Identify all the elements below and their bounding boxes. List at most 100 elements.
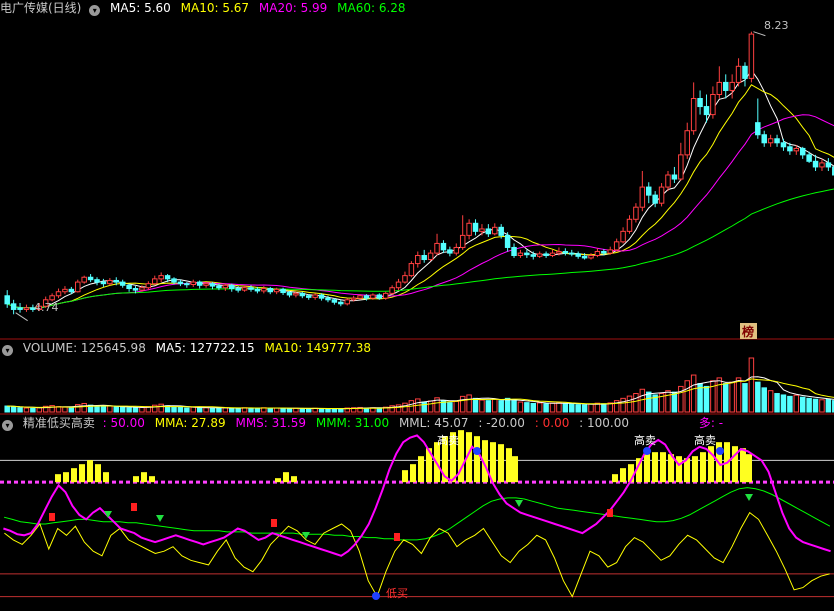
indicator-bar xyxy=(87,460,93,483)
sell-marker xyxy=(156,515,164,522)
volume-bar xyxy=(62,406,68,413)
candle-body xyxy=(158,275,164,280)
volume-bar xyxy=(710,380,716,413)
candle-body xyxy=(113,279,120,283)
candle-body xyxy=(703,106,710,116)
candle-body xyxy=(536,253,543,257)
volume-bar xyxy=(459,395,466,413)
volume-bar xyxy=(331,408,338,413)
volume-bar xyxy=(171,406,177,413)
candle-body xyxy=(799,147,806,156)
candle-body xyxy=(633,206,639,220)
candle-body xyxy=(4,295,10,305)
volume-bar xyxy=(235,407,241,413)
indicator-bar xyxy=(700,452,706,483)
candle-body xyxy=(780,142,787,148)
volume-bar xyxy=(293,407,299,413)
volume-bar xyxy=(113,406,120,413)
volume-ma10-line xyxy=(7,378,834,410)
indicator-bar xyxy=(612,474,618,483)
chart-canvas[interactable]: 8.23 4.74 榜 低买 高卖 高卖 高卖 xyxy=(0,0,834,611)
candle-body xyxy=(690,98,697,132)
volume-bar xyxy=(280,407,286,413)
indicator-bar xyxy=(71,468,77,483)
candle-body xyxy=(787,146,793,152)
candle-body xyxy=(68,288,75,293)
volume-bar xyxy=(812,398,819,413)
candle-body xyxy=(273,288,280,293)
indicator-bar xyxy=(660,452,666,483)
candle-body xyxy=(87,276,94,281)
candle-body xyxy=(184,283,190,286)
indicator-bar xyxy=(95,464,101,483)
mmm-line xyxy=(3,487,831,541)
candle-body xyxy=(620,230,626,243)
signal-dot xyxy=(372,592,380,600)
volume-bar xyxy=(755,381,761,413)
candle-body xyxy=(395,281,402,289)
volume-bar xyxy=(23,407,30,413)
volume-ma5-line xyxy=(7,376,834,410)
indicator-bar xyxy=(474,436,480,483)
candle-body xyxy=(684,130,690,156)
volume-bar xyxy=(703,385,710,413)
buy-marker xyxy=(49,513,55,521)
candle-body xyxy=(639,186,646,208)
volume-bar xyxy=(511,400,517,413)
volume-bar xyxy=(633,393,639,413)
candle-body xyxy=(107,279,113,285)
candle-body xyxy=(581,255,588,259)
volume-bar xyxy=(158,403,164,413)
candle-body xyxy=(357,295,363,299)
candle-body xyxy=(305,295,312,298)
volume-bar xyxy=(793,394,800,413)
volume-bar xyxy=(286,408,293,413)
candle-body xyxy=(761,134,767,144)
ranking-badge[interactable]: 榜 xyxy=(740,323,757,339)
indicator-bar xyxy=(141,472,147,483)
candle-body xyxy=(81,276,87,283)
low-buy-label: 低买 xyxy=(386,587,408,600)
candle-body xyxy=(498,226,504,236)
volume-bar xyxy=(626,395,633,413)
volume-bar xyxy=(94,405,100,413)
candle-body xyxy=(261,288,267,292)
indicator-panel xyxy=(0,430,834,600)
candle-body xyxy=(492,226,498,235)
indicator-bar xyxy=(283,472,289,483)
volume-bar xyxy=(267,407,273,413)
volume-bar xyxy=(601,403,607,413)
volume-bar xyxy=(748,357,755,413)
volume-bar xyxy=(152,404,158,413)
volume-bar xyxy=(17,407,23,413)
candle-body xyxy=(556,250,562,254)
indicator-bar xyxy=(692,456,698,483)
volume-bar xyxy=(735,377,742,413)
volume-bar xyxy=(68,407,75,413)
volume-bar xyxy=(248,407,254,413)
volume-bar xyxy=(556,402,562,413)
candle-body xyxy=(190,281,196,285)
candle-body xyxy=(132,288,139,291)
candle-body xyxy=(10,303,17,310)
price-low-label: 4.74 xyxy=(34,301,59,314)
volume-bar xyxy=(530,402,537,413)
candle-body xyxy=(235,288,241,291)
candle-body xyxy=(17,307,23,310)
candle-body xyxy=(767,138,774,144)
candle-body xyxy=(479,228,485,232)
volume-bar xyxy=(492,398,498,413)
volume-bar xyxy=(774,393,780,413)
candle-body xyxy=(722,81,729,91)
candle-body xyxy=(325,297,331,301)
candle-body xyxy=(100,281,107,285)
candle-body xyxy=(350,297,357,301)
ma20-line xyxy=(6,114,834,309)
volume-bar xyxy=(569,403,575,413)
ma60-line xyxy=(6,188,834,309)
candle-body xyxy=(427,252,434,261)
volume-bar xyxy=(562,402,569,413)
indicator-bar xyxy=(63,472,69,483)
candle-body xyxy=(209,283,216,287)
volume-bar xyxy=(479,399,485,413)
